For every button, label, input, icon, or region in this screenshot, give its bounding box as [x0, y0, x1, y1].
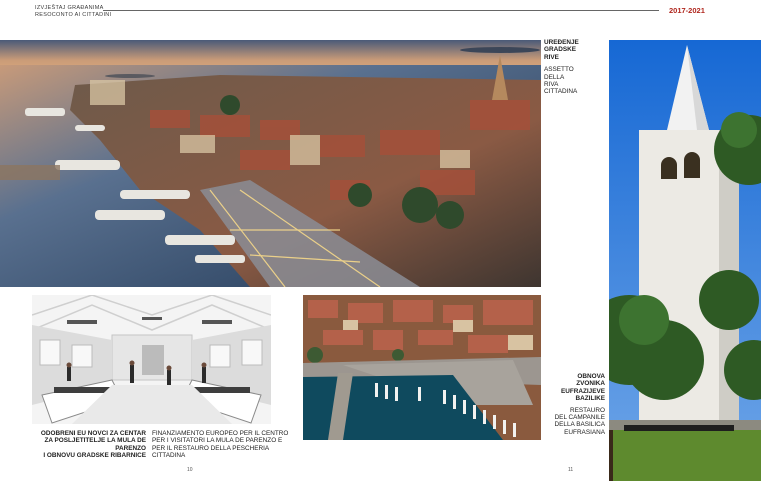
- bell-tower-caption-hr-2: ZVONIKA: [576, 380, 605, 388]
- fish-market-caption-hr-2: ZA POSLJETITELJE LA MULA DE PARENZO: [44, 437, 146, 452]
- riva-caption-it-4: CITTADINA: [544, 88, 578, 96]
- bell-tower-caption-hr-4: BAZILIKE: [575, 395, 605, 403]
- riva-caption-hr-2: GRADSKE: [544, 46, 576, 54]
- riva-aerial-photo: [0, 40, 541, 287]
- fish-market-render: [32, 295, 271, 424]
- bell-tower-caption: OBNOVA ZVONIKA EUFRAZIJEVE BAZILIKE REST…: [551, 373, 605, 436]
- fish-market-caption-it-1: FINANZIAMENTO EUROPEO PER IL CENTRO: [152, 430, 289, 437]
- page-number-left: 10: [187, 467, 193, 473]
- fish-market-caption-it: FINANZIAMENTO EUROPEO PER IL CENTRO PER …: [152, 430, 302, 460]
- riva-caption: UREĐENJE GRADSKE RIVE ASSETTO DELLA RIVA…: [544, 39, 606, 96]
- fish-market-caption-it-2: PER I VISITATORI LA MULA DE PARENZO E: [152, 437, 283, 445]
- bell-tower-caption-it-3: DELLA BASILICA: [554, 421, 605, 429]
- riva-caption-hr-1: UREĐENJE: [544, 39, 579, 46]
- bell-tower-caption-hr-3: EUFRAZIJEVE: [560, 387, 605, 395]
- riva-caption-hr-3: RIVE: [544, 53, 559, 61]
- fish-market-caption-it-4: CITTADINA: [152, 452, 186, 460]
- fish-market-caption-hr-1: ODOBRENI EU NOVCI ZA CENTAR: [40, 430, 146, 437]
- report-title-italian: RESOCONTO AI CITTADINI: [35, 11, 112, 18]
- riva-caption-it-3: RIVA: [544, 81, 559, 89]
- riva-caption-it-2: DELLA: [544, 73, 565, 81]
- report-years: 2017-2021: [669, 6, 705, 15]
- bell-tower-caption-it-4: EUFRASIANA: [564, 428, 605, 436]
- page-number-right: 11: [568, 467, 574, 473]
- fish-market-caption-hr: ODOBRENI EU NOVCI ZA CENTAR ZA POSLJETIT…: [30, 430, 146, 460]
- bell-tower-caption-hr-1: OBNOVA: [577, 373, 605, 380]
- riva-aerial-illustration: [0, 40, 541, 287]
- bell-tower-illustration: [609, 40, 761, 481]
- bell-tower-caption-it-1: RESTAURO: [569, 406, 605, 414]
- report-title-croatian: IZVJEŠTAJ GRAĐANIMA: [35, 5, 104, 11]
- harbor-aerial-illustration: [303, 295, 541, 440]
- harbor-aerial-photo: [303, 295, 541, 440]
- report-title-block: IZVJEŠTAJ GRAĐANIMA RESOCONTO AI CITTADI…: [35, 5, 111, 18]
- bell-tower-caption-it-2: DEL CAMPANILE: [554, 414, 605, 422]
- fish-market-illustration: [32, 295, 271, 424]
- bell-tower-photo: [609, 40, 761, 481]
- riva-caption-it-1: ASSETTO: [544, 66, 574, 74]
- fish-market-caption-hr-3: I OBNOVU GRADSKE RIBARNICE: [43, 452, 146, 460]
- header-rule: [103, 10, 659, 11]
- fish-market-caption-it-3: PER IL RESTAURO DELLA PESCHERIA: [152, 444, 270, 452]
